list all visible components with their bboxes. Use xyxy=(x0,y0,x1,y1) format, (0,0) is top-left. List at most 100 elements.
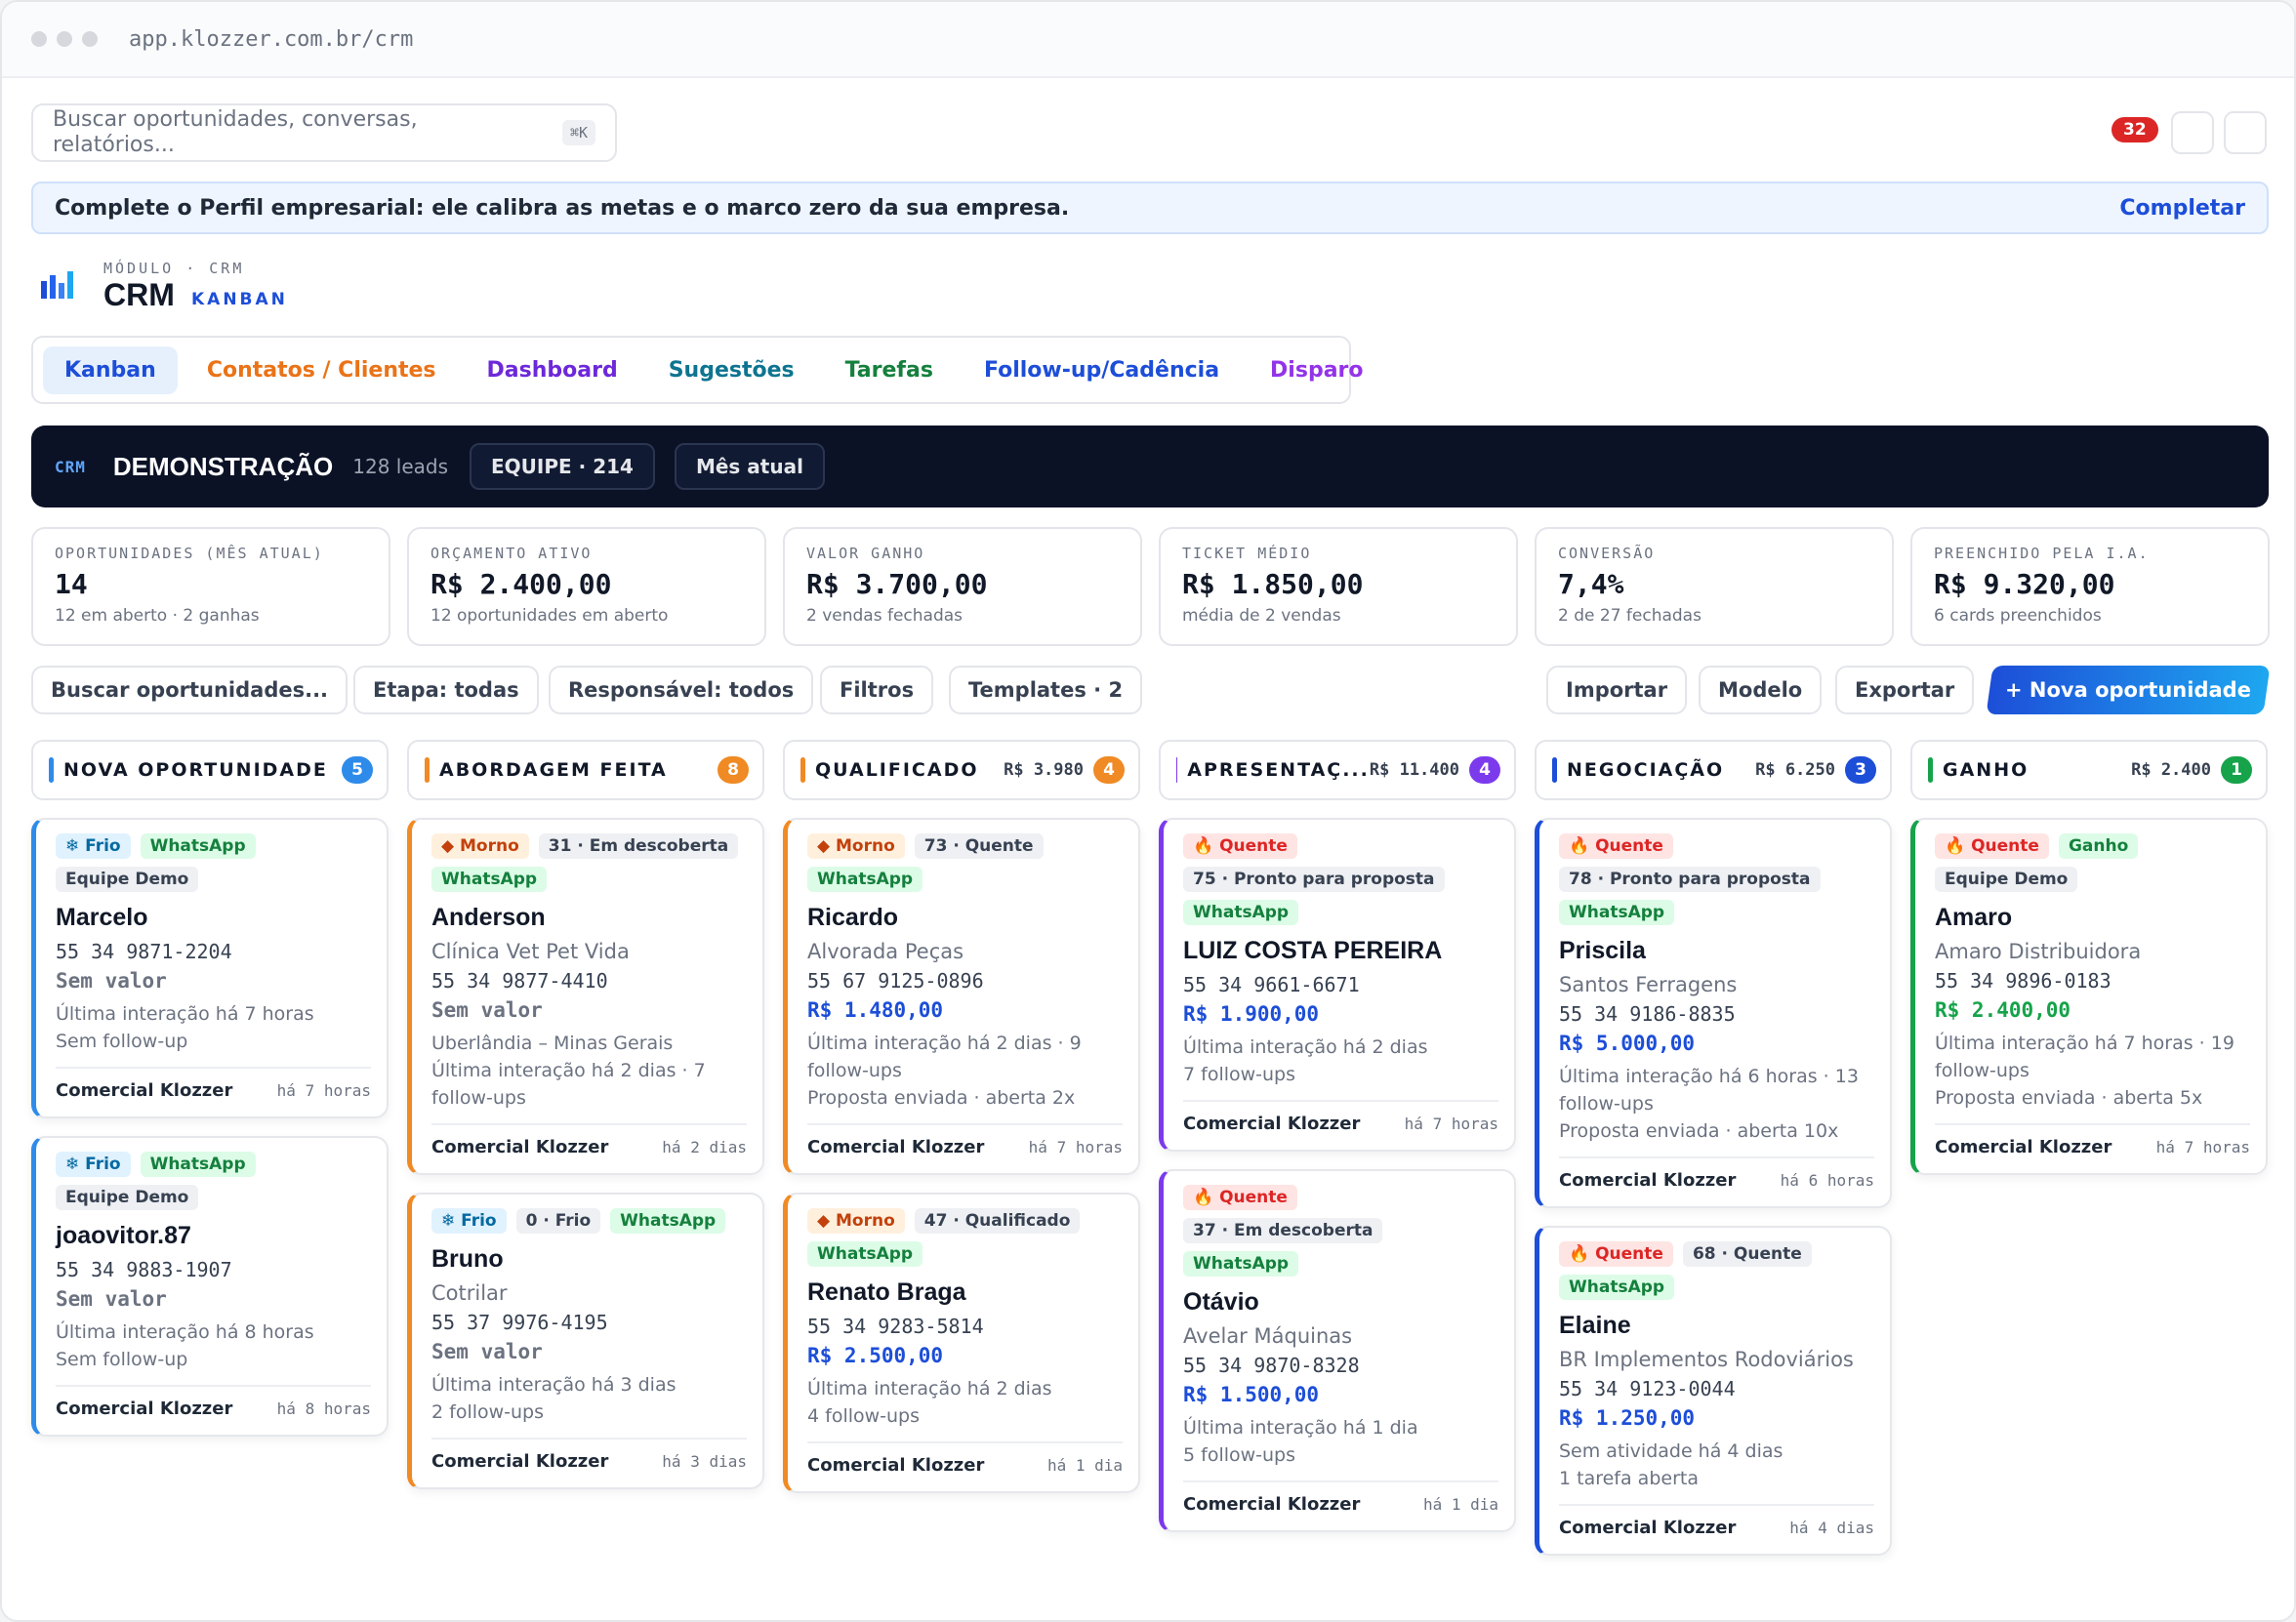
column-header[interactable]: NOVA OPORTUNIDADE 5 xyxy=(31,740,389,800)
card-tags: ◆ Morno 31 · Em descoberta WhatsApp xyxy=(431,833,747,892)
opportunity-card[interactable]: 🔥 Quente 78 · Pronto para proposta WhatsAp… xyxy=(1535,818,1892,1208)
column-total: R$ 3.980 xyxy=(1004,760,1084,780)
export-button[interactable]: Exportar xyxy=(1835,666,1975,714)
contact-phone: 55 34 9896-0183 xyxy=(1935,969,2112,993)
browser-window: app.klozzer.com.br/crm Buscar oportunida… xyxy=(0,0,2296,1622)
card-footer: Comercial Klozzer há 8 horas xyxy=(56,1385,371,1419)
activity-line: 7 follow-ups xyxy=(1183,1064,1296,1085)
deal-value: R$ 1.500,00 xyxy=(1183,1383,1320,1406)
tab-3[interactable]: Sugestões xyxy=(647,346,816,394)
activity-line: Última interação há 2 dias xyxy=(1183,1036,1428,1058)
card-tag: 47 · Qualificado xyxy=(914,1208,1081,1234)
opportunity-card[interactable]: ◆ Morno 73 · Quente WhatsApp Ricardo Alvorad… xyxy=(783,818,1140,1175)
card-tag: WhatsApp xyxy=(1183,900,1299,925)
tab-2[interactable]: Dashboard xyxy=(466,346,639,394)
column-title: APRESENTAÇ... xyxy=(1187,759,1370,781)
column-header[interactable]: GANHO R$ 2.400 1 xyxy=(1910,740,2268,800)
tab-6[interactable]: Disparo xyxy=(1249,346,1384,394)
company-name: Amaro Distribuidora xyxy=(1935,940,2142,963)
stat-subtext: 2 de 27 fechadas xyxy=(1558,606,1702,626)
contact-phone: 55 34 9871-2204 xyxy=(56,940,232,963)
column-count-badge: 4 xyxy=(1469,756,1500,784)
templates-button[interactable]: Templates · 2 xyxy=(949,666,1143,714)
module-tabs: Kanban Contatos / Clientes Dashboard Sugest… xyxy=(31,336,1364,404)
window-minimize-dot[interactable] xyxy=(57,31,72,47)
activity-line: Sem follow-up xyxy=(56,1349,188,1370)
column-header[interactable]: ABORDAGEM FEITA 8 xyxy=(407,740,764,800)
tab-5[interactable]: Follow-up/Cadência xyxy=(963,346,1241,394)
profile-banner: Complete o Perfil empresarial: ele calib… xyxy=(31,182,2269,234)
period-selector[interactable]: Mês atual xyxy=(674,443,825,490)
tab-1[interactable]: Contatos / Clientes xyxy=(185,346,458,394)
company-name: Avelar Máquinas xyxy=(1183,1324,1353,1348)
complete-profile-link[interactable]: Completar xyxy=(2119,196,2245,221)
tab-0[interactable]: Kanban xyxy=(43,345,178,394)
column-total: R$ 11.400 xyxy=(1369,760,1459,780)
column-header[interactable]: NEGOCIAÇÃO R$ 6.250 3 xyxy=(1535,740,1892,800)
deal-value: R$ 5.000,00 xyxy=(1559,1032,1696,1055)
window-zoom-dot[interactable] xyxy=(82,31,98,47)
team-selector[interactable]: EQUIPE · 214 xyxy=(470,443,655,490)
column-title: ABORDAGEM FEITA xyxy=(439,759,668,781)
column-count-badge: 8 xyxy=(718,756,749,784)
deal-value: Sem valor xyxy=(56,1287,167,1311)
card-tag: ◆ Morno xyxy=(807,1208,905,1234)
card-updated-time: há 2 dias xyxy=(662,1138,747,1156)
model-button[interactable]: Modelo xyxy=(1699,666,1823,714)
global-search-input[interactable]: Buscar oportunidades, conversas, relatór… xyxy=(31,103,617,162)
stage-filter[interactable]: Etapa: todas xyxy=(353,666,539,714)
browser-titlebar: app.klozzer.com.br/crm xyxy=(2,2,2294,78)
opportunity-card[interactable]: 🔥 Quente 68 · Quente WhatsApp Elaine BR Impl… xyxy=(1535,1226,1892,1556)
opportunity-card[interactable]: 🔥 Quente 37 · Em descoberta WhatsApp Otávio… xyxy=(1159,1169,1516,1532)
user-menu-icon-button[interactable] xyxy=(2224,111,2267,154)
activity-line: Última interação há 6 horas · 13 follow-… xyxy=(1559,1066,1859,1115)
card-tag: 🔥 Quente xyxy=(1559,833,1673,859)
help-icon-button[interactable] xyxy=(2171,111,2214,154)
deal-value: R$ 2.400,00 xyxy=(1935,998,2071,1022)
stat-label: OPORTUNIDADES (MÊS ATUAL) xyxy=(55,545,324,562)
owner-filter[interactable]: Responsável: todos xyxy=(549,666,814,714)
deal-value: R$ 1.250,00 xyxy=(1559,1406,1696,1430)
card-owner: Comercial Klozzer xyxy=(56,1080,233,1101)
tab-4[interactable]: Tarefas xyxy=(824,346,955,394)
contact-name: Elaine xyxy=(1559,1312,1631,1339)
filters-button[interactable]: Filtros xyxy=(820,666,934,714)
card-updated-time: há 7 horas xyxy=(276,1081,371,1100)
window-close-dot[interactable] xyxy=(31,31,47,47)
column-header[interactable]: APRESENTAÇ... R$ 11.400 4 xyxy=(1159,740,1516,800)
card-tag: 68 · Quente xyxy=(1682,1241,1812,1267)
stat-subtext: 12 em aberto · 2 ganhas xyxy=(55,606,260,626)
import-button[interactable]: Importar xyxy=(1546,666,1688,714)
notification-count-badge[interactable]: 32 xyxy=(2112,117,2158,142)
opportunity-card[interactable]: ❄ Frio WhatsApp Equipe Demo joaovitor.87 55 … xyxy=(31,1136,389,1437)
card-tag: 75 · Pronto para proposta xyxy=(1183,867,1445,892)
company-name: Alvorada Peças xyxy=(807,940,964,963)
stat-value: R$ 1.850,00 xyxy=(1182,568,1364,600)
opportunity-card[interactable]: 🔥 Quente 75 · Pronto para proposta WhatsAp… xyxy=(1159,818,1516,1152)
contact-phone: 55 67 9125-0896 xyxy=(807,969,984,993)
column-color-bar xyxy=(1928,757,1933,783)
company-name: Clínica Vet Pet Vida xyxy=(431,940,630,963)
card-updated-time: há 3 dias xyxy=(662,1452,747,1471)
stat-subtext: 6 cards preenchidos xyxy=(1934,606,2102,626)
card-owner: Comercial Klozzer xyxy=(431,1451,609,1472)
activity-line: 4 follow-ups xyxy=(807,1405,921,1427)
contact-name: Otávio xyxy=(1183,1288,1259,1316)
opportunity-card[interactable]: ❄ Frio WhatsApp Equipe Demo Marcelo 55 34 98… xyxy=(31,818,389,1118)
card-tag: WhatsApp xyxy=(610,1208,726,1234)
search-opportunities-button[interactable]: Buscar oportunidades... xyxy=(31,666,348,714)
column-color-bar xyxy=(800,757,805,783)
column-header[interactable]: QUALIFICADO R$ 3.980 4 xyxy=(783,740,1140,800)
new-opportunity-button[interactable]: + Nova oportunidade xyxy=(1986,666,2271,714)
opportunity-card[interactable]: ◆ Morno 47 · Qualificado WhatsApp Renato Br… xyxy=(783,1193,1140,1493)
activity-line: Uberlândia – Minas Gerais xyxy=(431,1033,674,1054)
opportunity-card[interactable]: ❄ Frio 0 · Frio WhatsApp Bruno Cotrilar 55 37… xyxy=(407,1193,764,1489)
card-owner: Comercial Klozzer xyxy=(1559,1170,1737,1191)
card-tag: 🔥 Quente xyxy=(1935,833,2049,859)
address-bar[interactable]: app.klozzer.com.br/crm xyxy=(129,27,413,52)
opportunity-card[interactable]: 🔥 Quente Ganho Equipe Demo Amaro Amaro Distr… xyxy=(1910,818,2268,1175)
stat-subtext: 2 vendas fechadas xyxy=(806,606,964,626)
card-tag: 73 · Quente xyxy=(914,833,1044,859)
company-name: Cotrilar xyxy=(431,1281,508,1305)
opportunity-card[interactable]: ◆ Morno 31 · Em descoberta WhatsApp Anderso… xyxy=(407,818,764,1175)
